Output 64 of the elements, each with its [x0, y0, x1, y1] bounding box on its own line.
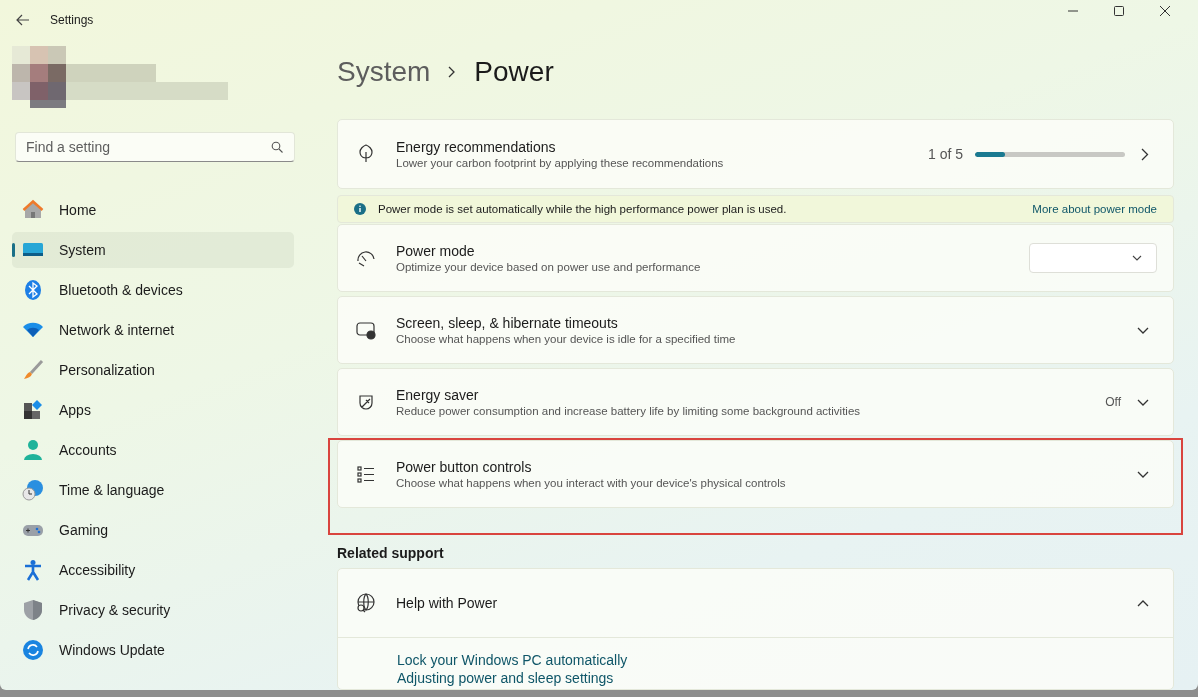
- setting-description: Lower your carbon footprint by applying these recommendations: [396, 157, 725, 169]
- brush-icon: [22, 359, 44, 381]
- setting-card[interactable]: Screen, sleep, & hibernate timeouts Choose what happens when your device is idle for a specified time: [337, 296, 1174, 364]
- sidebar-item[interactable]: Home: [12, 192, 294, 228]
- gauge-icon: [356, 248, 376, 268]
- sidebar-item[interactable]: Windows Update: [12, 632, 294, 668]
- sidebar-item[interactable]: Bluetooth & devices: [12, 272, 294, 308]
- search-icon: [271, 141, 283, 153]
- chevron-right-icon: [448, 66, 457, 78]
- setting-title: Energy recommendations: [396, 139, 557, 155]
- bluetooth-icon: [22, 279, 44, 301]
- chevron-right-icon: [1141, 147, 1149, 161]
- shield-icon: [22, 599, 44, 621]
- globe-clock-icon: [22, 479, 44, 501]
- breadcrumb-link[interactable]: System: [337, 56, 431, 88]
- setting-title: Power mode: [396, 243, 476, 259]
- list-icon: [356, 464, 376, 484]
- page-title: Power: [474, 56, 554, 88]
- setting-description: Reduce power consumption and increase battery life by limiting some background activities: [396, 405, 862, 417]
- sidebar-item[interactable]: Personalization: [12, 352, 294, 388]
- sidebar-item[interactable]: Accessibility: [12, 552, 294, 588]
- refresh-icon: [22, 639, 44, 661]
- setting-value: Off: [1105, 395, 1121, 409]
- setting-card[interactable]: Energy recommendations Lower your carbon footprint by applying these recommendations 1 of 5: [337, 119, 1174, 189]
- sidebar-item[interactable]: Network & internet: [12, 312, 294, 348]
- person-icon: [22, 439, 44, 461]
- back-arrow-icon[interactable]: [16, 14, 30, 26]
- setting-card[interactable]: Energy saver Reduce power consumption and increase battery life by limiting some background activities Off: [337, 368, 1174, 436]
- info-icon: [354, 203, 366, 215]
- search-field[interactable]: Find a setting: [15, 132, 295, 162]
- chevron-up-icon[interactable]: [1137, 599, 1149, 607]
- help-link[interactable]: Adjusting power and sleep settings: [397, 670, 1173, 686]
- chevron-down-icon[interactable]: [1137, 326, 1149, 334]
- setting-card[interactable]: Power mode Optimize your device based on power use and performance: [337, 224, 1174, 292]
- setting-card[interactable]: Power button controls Choose what happens when you interact with your device's physical controls: [337, 440, 1174, 508]
- maximize-icon[interactable]: [1114, 6, 1124, 16]
- setting-description: Choose what happens when you interact with your device's physical controls: [396, 477, 787, 489]
- window-title: Settings: [50, 13, 94, 27]
- setting-description: Optimize your device based on power use and performance: [396, 261, 702, 273]
- close-icon[interactable]: [1160, 6, 1170, 16]
- globe-search-icon: [356, 593, 376, 613]
- sidebar-item[interactable]: Time & language: [12, 472, 294, 508]
- sidebar-item[interactable]: Privacy & security: [12, 592, 294, 628]
- chevron-down-icon[interactable]: [1137, 398, 1149, 406]
- apps-icon: [22, 399, 44, 421]
- sidebar-item[interactable]: Accounts: [12, 432, 294, 468]
- section-heading: Related support: [337, 545, 445, 561]
- sidebar-item[interactable]: System: [12, 232, 294, 268]
- screen-moon-icon: [356, 320, 376, 340]
- setting-title: Screen, sleep, & hibernate timeouts: [396, 315, 619, 331]
- house-icon: [22, 199, 44, 221]
- chevron-down-icon[interactable]: [1137, 470, 1149, 478]
- sidebar-item[interactable]: Apps: [12, 392, 294, 428]
- setting-description: Choose what happens when your device is idle for a specified time: [396, 333, 737, 345]
- progress-count: 1 of 5: [927, 146, 963, 162]
- more-info-link[interactable]: More about power mode: [1032, 203, 1157, 215]
- chevron-down-icon: [1132, 255, 1142, 261]
- help-title: Help with Power: [396, 595, 498, 611]
- info-text: Power mode is set automatically while the high performance power plan is used.: [378, 203, 788, 215]
- accessibility-icon: [22, 559, 44, 581]
- setting-title: Energy saver: [396, 387, 480, 403]
- setting-title: Power button controls: [396, 459, 533, 475]
- help-link[interactable]: Lock your Windows PC automatically: [397, 652, 1173, 668]
- sidebar-item[interactable]: Gaming: [12, 512, 294, 548]
